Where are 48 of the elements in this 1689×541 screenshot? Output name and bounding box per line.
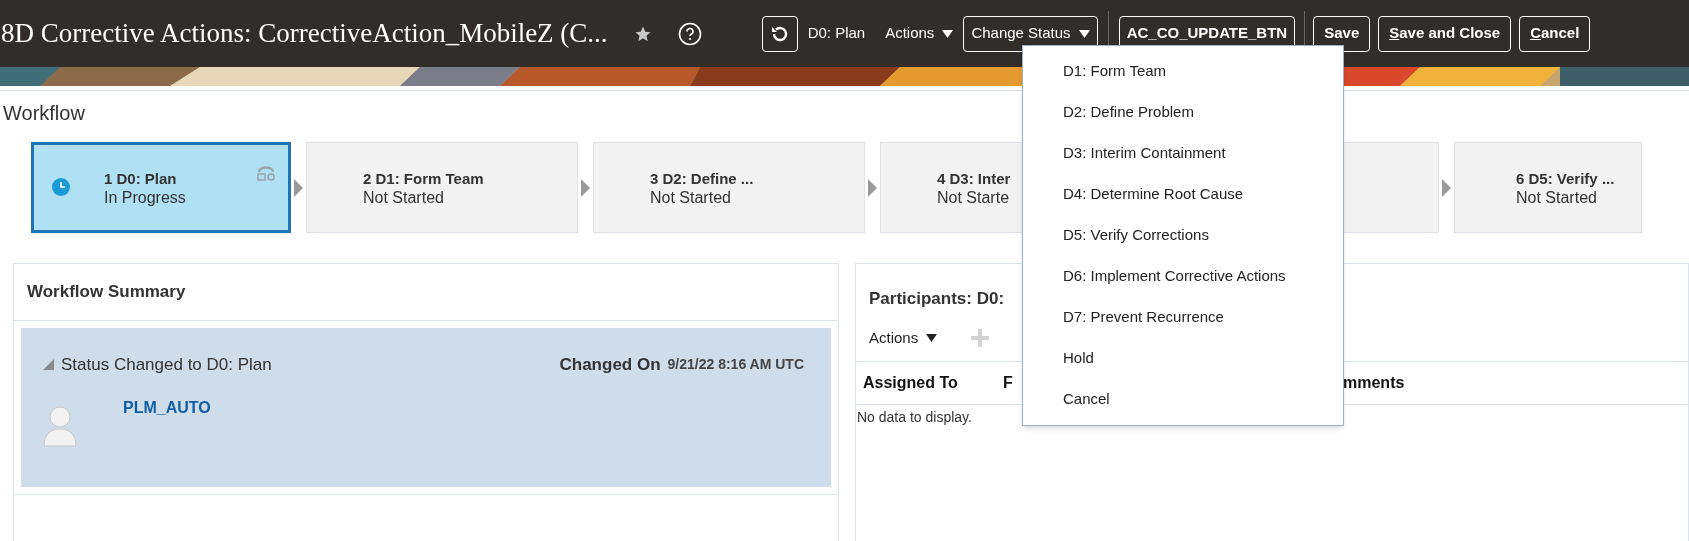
step-title: 6 D5: Verify ... [1516, 168, 1615, 188]
menu-item[interactable]: Cancel [1023, 379, 1343, 420]
current-status: D0: Plan [807, 23, 866, 44]
section-title: Workflow [2, 101, 85, 125]
workflow-step-card[interactable]: 6 D5: Verify ... Not Started [1454, 142, 1642, 233]
caret-down-icon [1078, 29, 1090, 38]
menu-item[interactable]: D1: Form Team [1023, 51, 1343, 92]
workflow-step-card[interactable]: 1 D0: Plan In Progress [31, 142, 291, 233]
panel-title: Participants: D0: [869, 288, 1005, 310]
step-status: Not Started [363, 187, 445, 207]
menu-item[interactable]: D7: Prevent Recurrence [1023, 297, 1343, 338]
menu-item[interactable]: Hold [1023, 338, 1343, 379]
caret-down-icon [942, 29, 954, 38]
caret-down-icon [926, 334, 938, 342]
step-title: 1 D0: Plan [104, 168, 178, 188]
step-title: 4 D3: Inter [937, 168, 1011, 188]
refresh-button[interactable] [761, 15, 798, 52]
step-title: 2 D1: Form Team [363, 168, 484, 188]
clock-icon [52, 178, 70, 196]
chevron-right-icon [868, 178, 877, 197]
column-header[interactable]: Assigned To [863, 371, 1003, 395]
help-icon[interactable] [677, 21, 702, 46]
actions-menu[interactable]: Actions [885, 22, 954, 45]
toolbar-button[interactable]: Save and Close [1378, 15, 1512, 52]
toolbar-button[interactable]: Cancel [1519, 15, 1591, 52]
column-header[interactable]: mments [1343, 371, 1543, 395]
step-status: In Progress [104, 187, 186, 207]
actions-menu[interactable]: Actions [869, 326, 938, 350]
step-status: Not Started [650, 187, 732, 207]
changed-on-label: Changed On [559, 354, 661, 376]
workflow-step-card[interactable]: 3 D2: Define ... Not Started [593, 142, 865, 233]
event-title: Status Changed to D0: Plan [61, 354, 272, 376]
page-title: 8D Corrective Actions: CorrectiveAction_MobileZ (C... [0, 17, 608, 51]
assignment-icon [256, 165, 276, 181]
chevron-right-icon [1442, 178, 1451, 197]
workflow-step-card[interactable]: 2 D1: Form Team Not Started [306, 142, 578, 233]
step-title: 3 D2: Define ... [650, 168, 754, 188]
step-status: Not Starte [937, 187, 1011, 207]
menu-item[interactable]: D6: Implement Corrective Actions [1023, 256, 1343, 297]
changed-on-date: 9/21/22 8:16 AM UTC [667, 355, 804, 375]
empty-message: No data to display. [856, 408, 973, 427]
user-avatar-icon [43, 405, 77, 448]
menu-item[interactable]: D2: Define Problem [1023, 92, 1343, 133]
chevron-right-icon [581, 178, 590, 197]
user-link[interactable]: PLM_AUTO [123, 395, 211, 420]
chevron-right-icon [294, 178, 303, 197]
step-status: Not Started [1516, 187, 1598, 207]
panel-title: Workflow Summary [27, 281, 186, 304]
